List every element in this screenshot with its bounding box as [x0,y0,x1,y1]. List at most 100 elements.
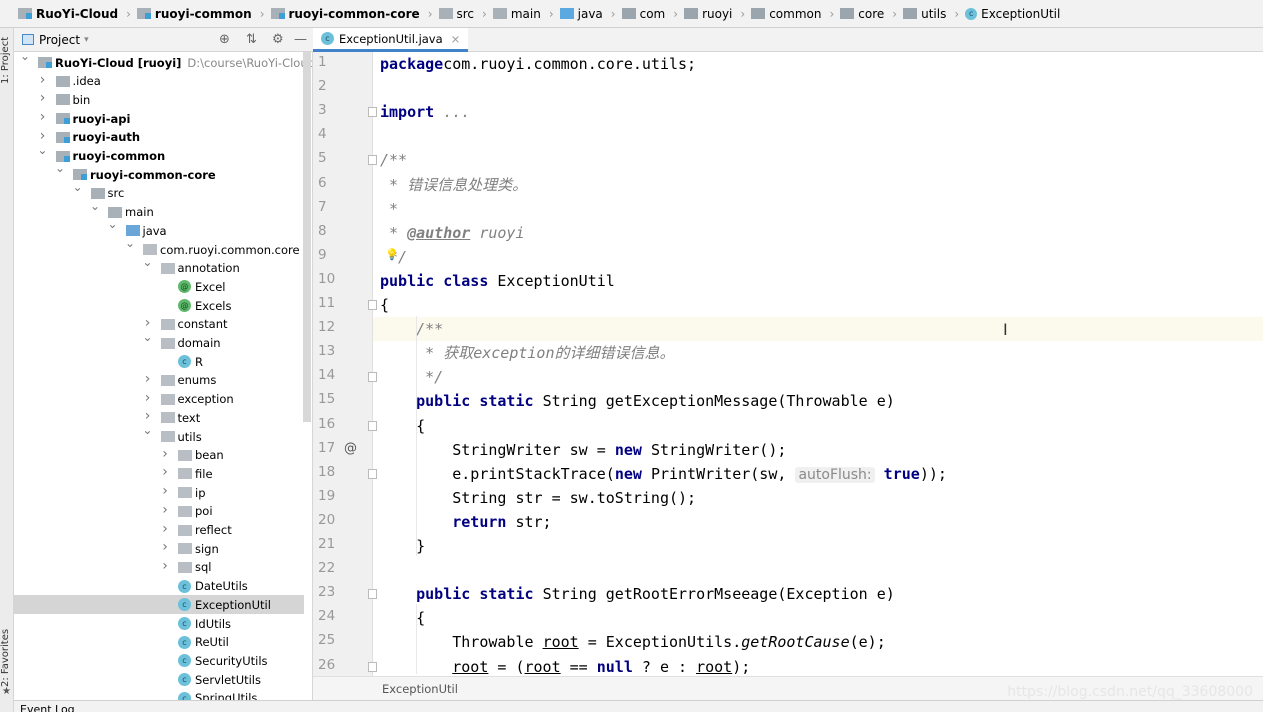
tree-item[interactable]: › constant [14,315,304,334]
tab-exceptionutil[interactable]: c ExceptionUtil.java × [313,28,469,52]
tree-item[interactable]: c SpringUtils [14,689,304,700]
tree-item[interactable]: ⌄ RuoYi-Cloud [ruoyi] D:\course\RuoYi-Clou… [14,52,312,72]
chevron-right-icon[interactable]: › [143,315,153,331]
breadcrumb-item[interactable]: utils [903,7,946,21]
breadcrumb-item[interactable]: src [438,7,474,21]
chevron-right-icon[interactable]: › [143,371,153,387]
tree-item[interactable]: ⌄ main [14,199,304,222]
breadcrumb-item[interactable]: ruoyi-common [136,7,252,21]
favorites-tool-button[interactable]: 2: Favorites [0,628,14,688]
tree-item[interactable]: › sql [14,558,304,577]
tree-scrollbar[interactable] [303,52,311,422]
tree-item[interactable]: › text [14,408,304,427]
event-log-button[interactable]: Event Log [20,703,75,712]
tree-item[interactable]: › ip [14,483,304,502]
tree-item[interactable]: ⌄ java [14,217,304,240]
chevron-right-icon[interactable]: › [38,72,48,88]
tree-item[interactable]: › ruoyi-auth [14,128,304,147]
chevron-down-icon[interactable]: ▾ [84,35,89,45]
chevron-down-icon[interactable]: ⌄ [73,180,83,194]
hide-icon[interactable]: — [294,32,307,47]
code-editor[interactable]: 1 2 3 4 5 6 7 8 9 10 11 12 13 14 15 16 17 @18 19 20 21 22 23 24… [313,52,1263,676]
tree-item[interactable]: c ExceptionUtil [14,595,304,615]
tree-item[interactable]: ⌄ annotation [14,255,304,278]
code-token: String getRootErrorMseeage(Exception e) [542,585,895,604]
tree-item[interactable]: c ReUtil [14,633,304,652]
tree-item[interactable]: › bin [14,90,304,109]
chevron-right-icon[interactable]: › [38,90,48,106]
chevron-down-icon[interactable]: ⌄ [125,236,135,250]
breadcrumb-item[interactable]: ruoyi [684,7,732,21]
chevron-right-icon: › [427,6,433,21]
tree-item[interactable]: c SecurityUtils [14,651,304,670]
chevron-down-icon[interactable]: ⌄ [143,423,153,437]
chevron-down-icon[interactable]: ⌄ [143,255,153,269]
project-view-selector[interactable]: Project [39,33,80,47]
line-number: 13 [318,343,336,360]
tree-item[interactable]: ⌄ com.ruoyi.common.core [14,236,304,259]
chevron-down-icon[interactable]: ⌄ [20,52,30,63]
chevron-right-icon[interactable]: › [160,539,170,555]
chevron-down-icon[interactable]: ⌄ [38,143,48,157]
chevron-down-icon[interactable]: ⌄ [90,199,100,213]
chevron-down-icon[interactable]: ⌄ [143,330,153,344]
class-icon: c [321,32,334,45]
tree-item[interactable]: › poi [14,502,304,521]
tree-item[interactable]: ⌄ src [14,180,304,203]
project-tool-button[interactable]: 1: Project [0,34,14,86]
tree-item[interactable]: › file [14,464,304,483]
tree-item[interactable]: › sign [14,539,304,558]
code-token: ); [732,657,751,676]
chevron-right-icon[interactable]: › [38,128,48,144]
tree-item[interactable]: @ Excels [14,296,304,315]
breadcrumb-item[interactable]: ruoyi-common-core [270,7,420,21]
editor-breadcrumb-item[interactable]: ExceptionUtil [382,682,458,696]
chevron-right-icon[interactable]: › [143,408,153,424]
tree-item[interactable]: ⌄ utils [14,423,304,446]
override-marker-icon[interactable]: @ [344,441,357,456]
breadcrumb-item[interactable]: com [621,7,665,21]
tree-item[interactable]: › .idea [14,72,304,91]
tree-item[interactable]: c DateUtils [14,577,304,596]
bulb-icon[interactable]: 💡 [385,248,399,261]
breadcrumb-item[interactable]: java [559,7,603,21]
tree-item[interactable]: › enums [14,371,304,390]
breadcrumb-item[interactable]: RuoYi-Cloud [18,7,118,21]
breadcrumb-item[interactable]: c ExceptionUtil [965,7,1060,21]
code-line: * 错误信息处理类。 [373,173,1263,197]
tree-item-label: src [108,186,125,200]
tree-item-name: Excels [195,298,232,313]
collapse-icon[interactable]: ⇅ [246,32,257,47]
breadcrumb-item[interactable]: core [840,7,884,21]
chevron-right-icon[interactable]: › [160,558,170,574]
locate-icon[interactable]: ⊕ [219,32,230,47]
tree-item[interactable]: @ Excel [14,277,304,296]
code-token: */ [380,368,444,387]
chevron-down-icon[interactable]: ⌄ [55,161,65,175]
tree-item[interactable]: › exception [14,390,304,409]
gear-icon[interactable]: ⚙ [272,32,284,47]
chevron-right-icon[interactable]: › [160,521,170,537]
tree-item[interactable]: c ServletUtils [14,670,304,689]
chevron-right-icon[interactable]: › [160,483,170,499]
chevron-right-icon[interactable]: › [160,502,170,518]
chevron-down-icon[interactable]: ⌄ [108,217,118,231]
tree-item-name: domain [177,336,221,350]
chevron-right-icon[interactable]: › [160,464,170,480]
tree-item[interactable]: c IdUtils [14,614,304,633]
tree-item[interactable]: › ruoyi-api [14,109,304,128]
tree-item[interactable]: › bean [14,446,304,465]
tree-item[interactable]: ⌄ domain [14,330,304,353]
close-icon[interactable]: × [451,32,461,46]
tree-item[interactable]: ⌄ ruoyi-common-core [14,161,304,184]
breadcrumb-item[interactable]: common [751,7,821,21]
chevron-right-icon[interactable]: › [143,390,153,406]
breadcrumb-item[interactable]: main [492,7,541,21]
tree-item-label: ReUtil [195,635,229,649]
line-number: 3 [318,102,327,119]
tree-item[interactable]: › reflect [14,521,304,540]
chevron-right-icon[interactable]: › [160,446,170,462]
tree-item[interactable]: cR [14,352,304,371]
chevron-right-icon[interactable]: › [38,109,48,125]
